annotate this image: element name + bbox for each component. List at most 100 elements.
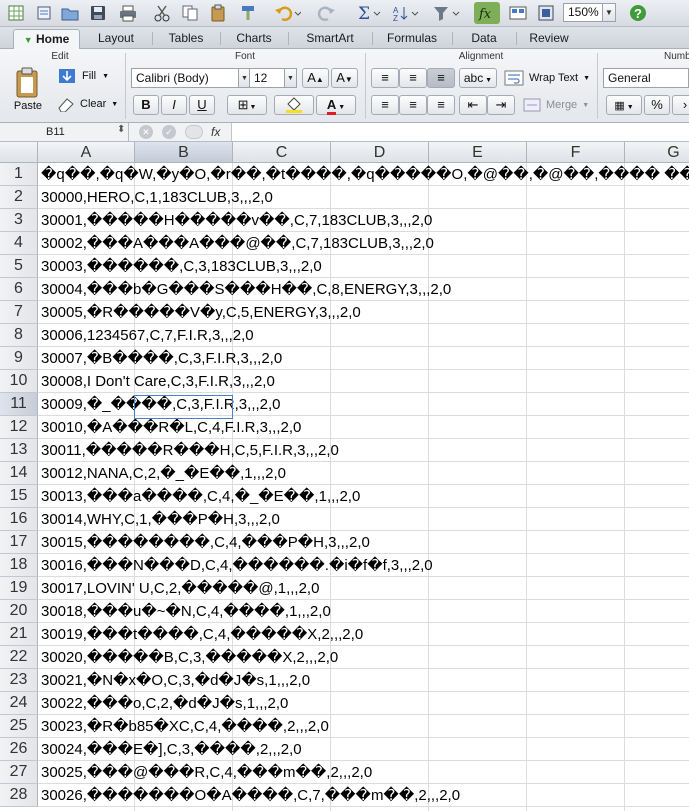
row-header-25[interactable]: 25 <box>0 715 38 738</box>
tab-tables[interactable]: Tables <box>154 29 218 49</box>
comma-style-button[interactable]: › <box>672 95 689 115</box>
cell-a13[interactable]: 30011,�����R���H,C,5,F.I.R,3,,,2,0 <box>41 439 339 462</box>
cell-a18[interactable]: 30016,���N���D,C,4,������.�i�f�f,3,,,2,0 <box>41 554 433 577</box>
column-header-g[interactable]: G <box>625 142 689 163</box>
name-box-stepper[interactable]: ⬍ <box>117 124 125 135</box>
row-header-4[interactable]: 4 <box>0 232 38 255</box>
orientation-button[interactable]: abc ▼ <box>459 68 497 88</box>
column-header-c[interactable]: C <box>233 142 331 163</box>
font-size-field[interactable]: 12 <box>249 68 285 88</box>
cell-a12[interactable]: 30010,�A���R�L,C,4,F.I.R,3,,,2,0 <box>41 416 301 439</box>
italic-button[interactable]: I <box>161 95 187 115</box>
save-icon[interactable] <box>86 2 110 24</box>
percent-button[interactable]: % <box>644 95 670 115</box>
borders-button[interactable]: ⊞ ▼ <box>227 95 267 115</box>
cell-a2[interactable]: 30000,HERO,C,1,183CLUB,3,,,2,0 <box>41 186 273 209</box>
align-bottom-button[interactable]: ≡ <box>427 68 455 88</box>
row-header-27[interactable]: 27 <box>0 761 38 784</box>
collapse-ribbon-icon[interactable]: ▼ <box>24 35 33 45</box>
row-header-5[interactable]: 5 <box>0 255 38 278</box>
fill-color-button[interactable] <box>274 95 314 115</box>
row-header-28[interactable]: 28 <box>0 784 38 807</box>
row-header-10[interactable]: 10 <box>0 370 38 393</box>
function-toggle-icon[interactable] <box>185 125 203 139</box>
paste-icon[interactable] <box>206 2 230 24</box>
row-header-23[interactable]: 23 <box>0 669 38 692</box>
clear-button[interactable]: Clear ▼ <box>56 96 118 112</box>
column-header-a[interactable]: A <box>38 142 135 163</box>
number-format-button[interactable]: ▦ ▼ <box>606 95 642 115</box>
row-header-13[interactable]: 13 <box>0 439 38 462</box>
cell-a20[interactable]: 30018,���u�~�N,C,4,����,1,,,2,0 <box>41 600 331 623</box>
row-header-1[interactable]: 1 <box>0 163 38 186</box>
row-header-6[interactable]: 6 <box>0 278 38 301</box>
merge-button[interactable]: Merge ▼ <box>523 97 589 113</box>
align-right-button[interactable]: ≡ <box>427 95 455 115</box>
toolbox-icon[interactable] <box>534 2 558 24</box>
align-top-button[interactable]: ≡ <box>371 68 399 88</box>
row-header-3[interactable]: 3 <box>0 209 38 232</box>
sort-icon[interactable]: AZ <box>392 2 422 24</box>
filter-icon[interactable] <box>432 2 464 24</box>
tab-review[interactable]: Review <box>518 29 580 49</box>
row-header-18[interactable]: 18 <box>0 554 38 577</box>
column-header-f[interactable]: F <box>527 142 625 163</box>
cell-a9[interactable]: 30007,�B����,C,3,F.I.R,3,,,2,0 <box>41 347 282 370</box>
cancel-icon[interactable]: ✕ <box>139 125 153 139</box>
increase-indent-button[interactable]: ⇥ <box>487 95 515 115</box>
copy-icon[interactable] <box>178 2 202 24</box>
font-name-field[interactable]: Calibri (Body) <box>131 68 239 88</box>
row-header-2[interactable]: 2 <box>0 186 38 209</box>
tab-data[interactable]: Data <box>454 29 514 49</box>
cell-a7[interactable]: 30005,�R�����V�y,C,5,ENERGY,3,,,2,0 <box>41 301 361 324</box>
row-header-26[interactable]: 26 <box>0 738 38 761</box>
number-format-field[interactable]: General <box>603 68 689 88</box>
template-icon[interactable] <box>32 2 56 24</box>
row-header-19[interactable]: 19 <box>0 577 38 600</box>
cell-a15[interactable]: 30013,���a����,C,4,�_�E��,1,,,2,0 <box>41 485 360 508</box>
tab-layout[interactable]: Layout <box>82 29 150 49</box>
underline-button[interactable]: U <box>189 95 215 115</box>
cell-a23[interactable]: 30021,�N�x�O,C,3,�d�J�s,1,,,2,0 <box>41 669 310 692</box>
cell-a17[interactable]: 30015,��������,C,4,���P�H,3,,,2,0 <box>41 531 370 554</box>
cell-a10[interactable]: 30008,I Don't Care,C,3,F.I.R,3,,,2,0 <box>41 370 275 393</box>
undo-icon[interactable] <box>272 2 302 24</box>
help-icon[interactable]: ? <box>626 2 650 24</box>
cell-a22[interactable]: 30020,�����B,C,3,�����X,2,,,2,0 <box>41 646 338 669</box>
bold-button[interactable]: B <box>133 95 159 115</box>
cell-a19[interactable]: 30017,LOVIN' U,C,2,�����@,1,,,2,0 <box>41 577 319 600</box>
selected-cell-b11[interactable] <box>134 395 233 419</box>
tab-formulas[interactable]: Formulas <box>374 29 450 49</box>
decrease-indent-button[interactable]: ⇤ <box>459 95 487 115</box>
open-folder-icon[interactable] <box>58 2 82 24</box>
row-header-7[interactable]: 7 <box>0 301 38 324</box>
align-middle-button[interactable]: ≡ <box>399 68 427 88</box>
print-icon[interactable] <box>116 2 140 24</box>
row-header-12[interactable]: 12 <box>0 416 38 439</box>
zoom-field[interactable]: 150% <box>563 3 603 22</box>
new-sheet-icon[interactable] <box>4 2 28 24</box>
cell-a21[interactable]: 30019,���t����,C,4,�����X,2,,,2,0 <box>41 623 363 646</box>
cell-a4[interactable]: 30002,���A���A���@��,C,7,183CLUB,3,,,2,0 <box>41 232 434 255</box>
column-header-e[interactable]: E <box>429 142 527 163</box>
cell-a24[interactable]: 30022,���o,C,2,�d�J�s,1,,,2,0 <box>41 692 288 715</box>
cell-a1[interactable]: �q��,�q�W,�y�O,�r��,�t����,�q�����O,�@��… <box>41 163 689 186</box>
cell-a6[interactable]: 30004,���b�G���S���H��,C,8,ENERGY,3,,,2,… <box>41 278 451 301</box>
cell-a25[interactable]: 30023,�R�b85�XC,C,4,����,2,,,2,0 <box>41 715 329 738</box>
row-header-24[interactable]: 24 <box>0 692 38 715</box>
row-header-15[interactable]: 15 <box>0 485 38 508</box>
increase-font-size-button[interactable]: A▲ <box>302 68 329 88</box>
cell-a27[interactable]: 30025,���@���R,C,4,���m��,2,,,2,0 <box>41 761 372 784</box>
tab-home[interactable]: ▼ Home <box>13 29 80 49</box>
align-center-button[interactable]: ≡ <box>399 95 427 115</box>
cell-a5[interactable]: 30003,������,C,3,183CLUB,3,,,2,0 <box>41 255 322 278</box>
wrap-text-button[interactable]: Wrap Text ▼ <box>504 70 590 86</box>
row-header-14[interactable]: 14 <box>0 462 38 485</box>
font-size-dropdown[interactable]: ▼ <box>285 68 297 88</box>
cell-a14[interactable]: 30012,NANA,C,2,�_�E��,1,,,2,0 <box>41 462 286 485</box>
align-left-button[interactable]: ≡ <box>371 95 399 115</box>
fx-label[interactable]: fx <box>211 123 220 141</box>
row-header-16[interactable]: 16 <box>0 508 38 531</box>
cell-a3[interactable]: 30001,�����H�����v��,C,7,183CLUB,3,,,2,0 <box>41 209 432 232</box>
enter-icon[interactable]: ✓ <box>162 125 176 139</box>
